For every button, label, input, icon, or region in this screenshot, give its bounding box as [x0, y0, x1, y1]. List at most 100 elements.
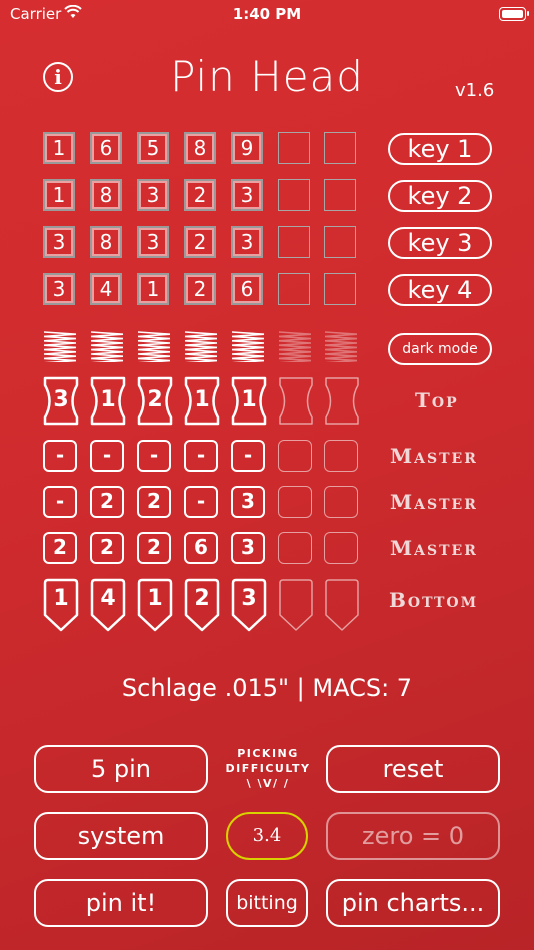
top-pin[interactable]: 1	[89, 375, 127, 427]
row-label-master-2: Master	[390, 490, 478, 514]
key-cut-cell[interactable]: 2	[184, 179, 216, 211]
row-label-bottom: Bottom	[389, 588, 479, 612]
master-pin[interactable]: 2	[137, 486, 171, 518]
key-cut-cell[interactable]: 2	[184, 226, 216, 258]
bottom-pin[interactable]: 1	[42, 577, 80, 633]
top-pin[interactable]: 1	[183, 375, 221, 427]
spring-icon	[184, 331, 218, 362]
top-pin-value: 3	[53, 387, 69, 412]
version-label: v1.6	[455, 80, 495, 101]
zero-button[interactable]: zero = 0	[326, 812, 500, 860]
bottom-pin-value: 2	[194, 586, 210, 611]
master-pin[interactable]: 2	[137, 532, 171, 564]
key-cut-cell[interactable]	[278, 132, 310, 164]
key-cut-cell[interactable]: 1	[137, 273, 169, 305]
key-cut-cell[interactable]: 8	[184, 132, 216, 164]
master-pin[interactable]: -	[43, 440, 77, 472]
top-pin-value: 1	[241, 387, 257, 412]
pin-charts-button[interactable]: pin charts...	[326, 879, 500, 927]
dark-mode-button[interactable]: dark mode	[388, 333, 492, 365]
key-cut-cell[interactable]	[278, 273, 310, 305]
key-cut-cell[interactable]	[278, 179, 310, 211]
spring-icon	[137, 331, 171, 362]
key-cut-cell[interactable]: 1	[43, 179, 75, 211]
master-pin[interactable]: -	[43, 486, 77, 518]
key-3-button[interactable]: key 3	[388, 227, 492, 259]
key-cut-cell[interactable]	[278, 226, 310, 258]
key-cut-cell[interactable]: 5	[137, 132, 169, 164]
key-cut-cell[interactable]	[324, 226, 356, 258]
key-cut-cell[interactable]: 9	[231, 132, 263, 164]
master-pin[interactable]	[324, 532, 358, 564]
bottom-pin[interactable]: 3	[230, 577, 268, 633]
top-pin[interactable]: 2	[136, 375, 174, 427]
key-4-button[interactable]: key 4	[388, 274, 492, 306]
master-pin[interactable]: 3	[231, 532, 265, 564]
row-label-master-3: Master	[390, 536, 478, 560]
top-pin[interactable]: 1	[230, 375, 268, 427]
bottom-pin[interactable]	[277, 577, 315, 633]
bottom-pin[interactable]	[323, 577, 361, 633]
bottom-pin-value: 1	[147, 586, 163, 611]
master-pin[interactable]	[278, 532, 312, 564]
master-pin[interactable]	[324, 440, 358, 472]
key-cut-cell[interactable]: 3	[43, 273, 75, 305]
app-title: Pin Head	[170, 52, 364, 101]
master-pin[interactable]: 3	[231, 486, 265, 518]
reset-button[interactable]: reset	[326, 745, 500, 793]
bottom-pin[interactable]: 2	[183, 577, 221, 633]
key-cut-cell[interactable]	[324, 179, 356, 211]
pin-count-button[interactable]: 5 pin	[34, 745, 208, 793]
key-cut-cell[interactable]: 4	[90, 273, 122, 305]
key-2-button[interactable]: key 2	[388, 180, 492, 212]
battery-icon	[499, 7, 529, 21]
bottom-pin-value: 4	[100, 586, 116, 611]
key-cut-cell[interactable]: 6	[231, 273, 263, 305]
bottom-pin-value: 3	[241, 586, 257, 611]
top-pin-value: 2	[147, 387, 163, 412]
master-pin[interactable]: -	[231, 440, 265, 472]
bottom-pin[interactable]: 1	[136, 577, 174, 633]
top-pin[interactable]	[277, 375, 315, 427]
master-pin[interactable]: -	[184, 440, 218, 472]
spring-icon	[231, 331, 265, 362]
master-pin[interactable]: -	[90, 440, 124, 472]
top-pin[interactable]: 3	[42, 375, 80, 427]
key-cut-cell[interactable]	[324, 132, 356, 164]
master-pin[interactable]: 2	[90, 486, 124, 518]
master-pin[interactable]	[324, 486, 358, 518]
key-cut-cell[interactable]: 1	[43, 132, 75, 164]
pin-it-button[interactable]: pin it!	[34, 879, 208, 927]
row-label-master-1: Master	[390, 444, 478, 468]
bitting-button[interactable]: bitting	[226, 879, 308, 927]
key-cut-cell[interactable]: 3	[137, 179, 169, 211]
master-pin[interactable]: 2	[90, 532, 124, 564]
difficulty-label-line2: DIFFICULTY	[225, 762, 311, 775]
clock: 1:40 PM	[232, 5, 302, 23]
master-pin[interactable]	[278, 440, 312, 472]
spring-icon	[43, 331, 77, 362]
master-pin[interactable]	[278, 486, 312, 518]
key-cut-cell[interactable]: 6	[90, 132, 122, 164]
master-pin[interactable]: -	[137, 440, 171, 472]
key-cut-cell[interactable]: 3	[231, 179, 263, 211]
master-pin[interactable]: 6	[184, 532, 218, 564]
master-pin[interactable]: -	[184, 486, 218, 518]
key-cut-cell[interactable]: 3	[43, 226, 75, 258]
difficulty-label-line1: PICKING	[237, 747, 299, 760]
key-cut-cell[interactable]: 3	[231, 226, 263, 258]
top-pin[interactable]	[323, 375, 361, 427]
spring-icon	[324, 331, 358, 362]
key-1-button[interactable]: key 1	[388, 133, 492, 165]
bottom-pin[interactable]: 4	[89, 577, 127, 633]
spring-icon	[90, 331, 124, 362]
spring-icon	[278, 331, 312, 362]
master-pin[interactable]: 2	[43, 532, 77, 564]
key-cut-cell[interactable]: 8	[90, 179, 122, 211]
row-label-top: Top	[415, 388, 459, 412]
key-cut-cell[interactable]: 2	[184, 273, 216, 305]
key-cut-cell[interactable]	[324, 273, 356, 305]
key-cut-cell[interactable]: 3	[137, 226, 169, 258]
key-cut-cell[interactable]: 8	[90, 226, 122, 258]
system-button[interactable]: system	[34, 812, 208, 860]
